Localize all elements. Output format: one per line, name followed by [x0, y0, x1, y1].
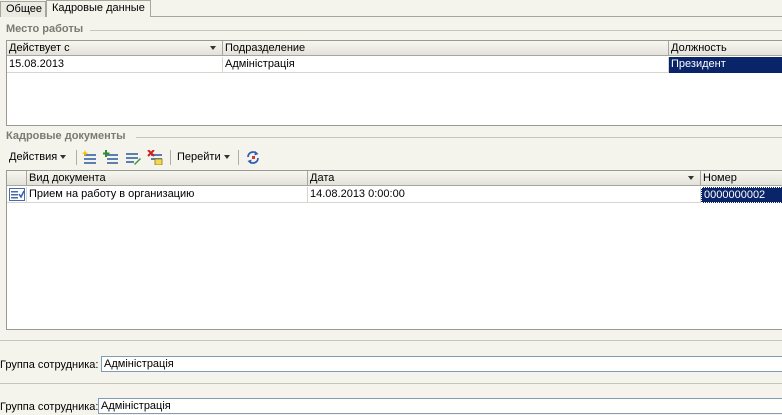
workplace-section-rule — [90, 30, 782, 31]
sort-down-icon — [210, 46, 216, 50]
workplace-grid[interactable]: Действует с Подразделение Должность 15.0… — [6, 40, 782, 126]
tab-hr-data[interactable]: Кадровые данные — [46, 0, 151, 17]
add-icon[interactable] — [81, 150, 97, 165]
goto-menu-button[interactable]: Перейти — [174, 148, 233, 167]
workplace-section-title: Место работы — [6, 23, 84, 35]
chevron-down-icon — [60, 155, 67, 160]
tab-hr-data-label: Кадровые данные — [52, 2, 145, 14]
column-header-icon — [7, 171, 27, 186]
column-header-position[interactable]: Должность — [669, 41, 782, 56]
column-header-label: Вид документа — [29, 172, 106, 184]
employee-group-label: Группа сотрудника: — [0, 359, 99, 371]
employee-group-label: Группа сотрудника: — [0, 401, 99, 413]
hr-documents-section-title: Кадровые документы — [6, 130, 126, 142]
column-header-label: Должность — [671, 42, 727, 54]
column-header-number[interactable]: Номер — [701, 171, 782, 186]
form-divider — [0, 340, 782, 341]
employee-group-field[interactable]: Адміністрація — [98, 398, 782, 414]
cell-department[interactable]: Адміністрація — [223, 57, 669, 73]
chevron-down-icon — [223, 155, 230, 160]
table-row[interactable]: Прием на работу в организацию 14.08.2013… — [7, 187, 782, 203]
actions-menu-button[interactable]: Действия — [6, 148, 69, 167]
document-icon — [9, 188, 25, 201]
form-divider — [0, 383, 782, 384]
toolbar-separator — [170, 150, 171, 165]
hr-documents-grid[interactable]: Вид документа Дата Номер Прием на работу… — [6, 170, 782, 330]
cell-date[interactable]: 14.08.2013 0:00:00 — [308, 187, 701, 203]
toolbar-separator — [238, 150, 239, 165]
hr-documents-section-rule — [136, 137, 782, 138]
column-header-label: Подразделение — [225, 42, 306, 54]
cell-row-icon — [7, 187, 27, 203]
cell-document-type[interactable]: Прием на работу в организацию — [27, 187, 308, 203]
column-header-department[interactable]: Подразделение — [223, 41, 669, 56]
cell-position[interactable]: Президент — [669, 57, 782, 73]
column-header-label: Номер — [703, 172, 737, 184]
column-header-document-type[interactable]: Вид документа — [27, 171, 308, 186]
cell-number[interactable]: 0000000002 — [701, 187, 782, 203]
actions-menu-label: Действия — [9, 151, 58, 163]
employee-group-field[interactable]: Адміністрація — [101, 356, 782, 372]
column-header-effective-from[interactable]: Действует с — [7, 41, 223, 56]
cell-effective-from[interactable]: 15.08.2013 — [7, 57, 223, 73]
edit-icon[interactable] — [125, 150, 141, 165]
goto-menu-label: Перейти — [177, 151, 221, 163]
column-header-date[interactable]: Дата — [308, 171, 701, 186]
table-row[interactable]: 15.08.2013 Адміністрація Президент — [7, 57, 782, 73]
column-header-label: Дата — [310, 172, 335, 184]
tab-bar: Общее Кадровые данные — [0, 0, 782, 17]
delete-mark-icon[interactable] — [147, 150, 163, 165]
hr-documents-toolbar: Действия Перейти — [6, 148, 782, 168]
tab-general-label: Общее — [6, 3, 43, 15]
column-header-label: Действует с — [9, 42, 70, 54]
add-copy-icon[interactable] — [103, 150, 119, 165]
toolbar-separator — [76, 150, 77, 165]
tab-general[interactable]: Общее — [0, 1, 46, 17]
refresh-icon[interactable] — [245, 150, 261, 165]
hr-documents-grid-header: Вид документа Дата Номер — [7, 171, 782, 186]
workplace-grid-header: Действует с Подразделение Должность — [7, 41, 782, 56]
sort-down-icon — [688, 176, 694, 180]
